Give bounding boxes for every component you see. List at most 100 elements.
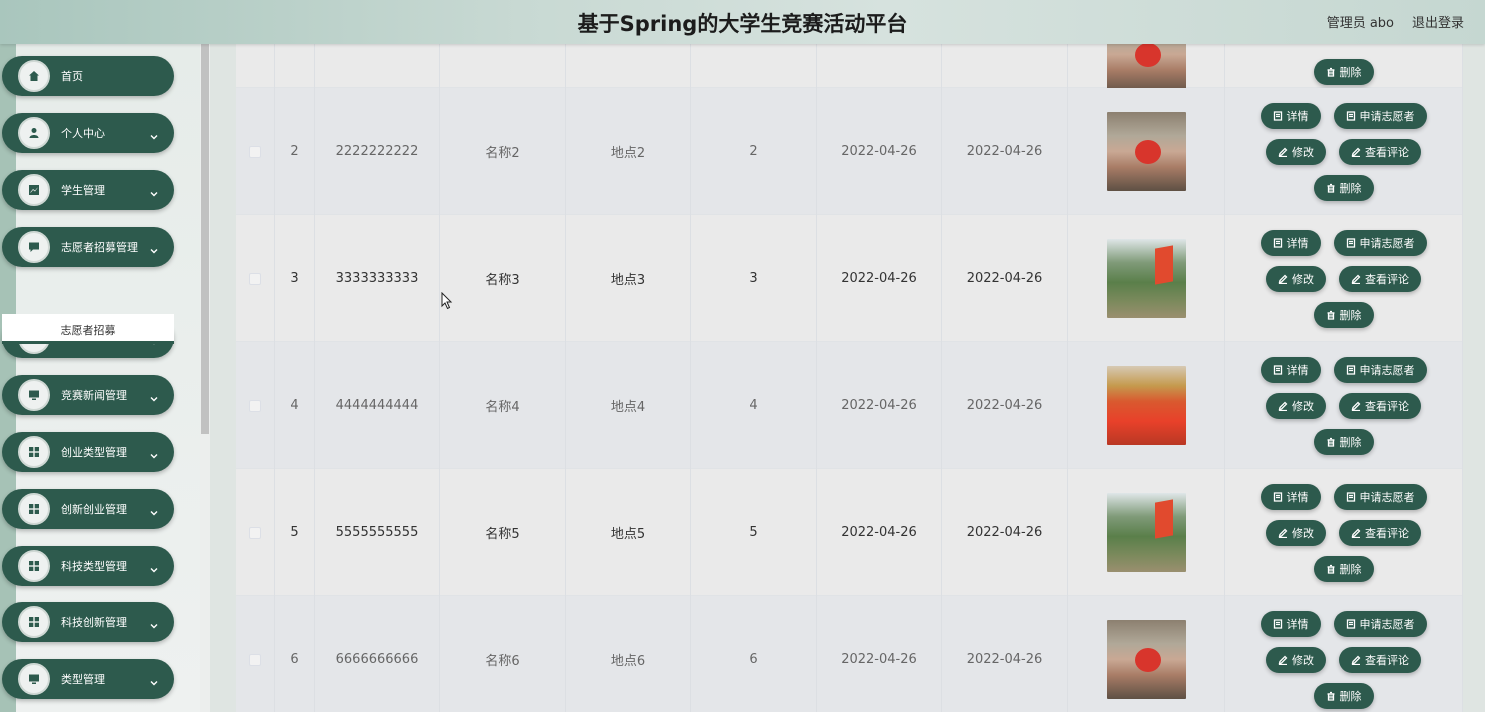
- grid-icon: [18, 606, 50, 638]
- detail-button[interactable]: 详情: [1260, 229, 1321, 256]
- comments-icon: [1351, 655, 1361, 665]
- activity-photo[interactable]: [1106, 112, 1186, 191]
- sidebar-item-label: 学生管理: [61, 184, 105, 197]
- cell-place: [566, 44, 691, 88]
- select-cell: [236, 88, 275, 215]
- comments-icon: [1351, 401, 1361, 411]
- activity-photo[interactable]: [1106, 620, 1186, 699]
- edit-button[interactable]: 修改: [1266, 519, 1326, 546]
- cell-number: [315, 44, 440, 88]
- sidebar-item-label: 类型管理: [61, 673, 105, 686]
- sidebar-item-2[interactable]: 学生管理: [2, 170, 174, 210]
- activity-photo[interactable]: [1106, 44, 1186, 94]
- comments-button[interactable]: 查看评论: [1339, 646, 1421, 673]
- sidebar-item-1[interactable]: 个人中心: [2, 113, 174, 153]
- row-checkbox[interactable]: [249, 399, 261, 412]
- detail-button[interactable]: 详情: [1260, 356, 1321, 383]
- comments-button-label: 查看评论: [1365, 145, 1409, 159]
- delete-button[interactable]: 删除: [1313, 59, 1374, 85]
- cell-end: [942, 44, 1068, 88]
- activity-photo[interactable]: [1106, 366, 1186, 445]
- cell-index: 6: [275, 596, 315, 712]
- comments-button[interactable]: 查看评论: [1339, 392, 1421, 419]
- comments-button[interactable]: 查看评论: [1339, 138, 1421, 165]
- row-checkbox[interactable]: [249, 526, 261, 539]
- apply-icon: [1346, 110, 1355, 121]
- sidebar-item-label: 个人中心: [61, 127, 105, 140]
- sidebar-item-label: 创业类型管理: [61, 446, 127, 459]
- cell-name: 名称5: [440, 469, 566, 596]
- edit-button[interactable]: 修改: [1266, 646, 1326, 673]
- comments-button-label: 查看评论: [1365, 653, 1409, 667]
- user-icon: [18, 117, 50, 149]
- delete-button[interactable]: 删除: [1313, 428, 1374, 455]
- cell-count: 5: [691, 469, 817, 596]
- delete-icon: [1327, 310, 1334, 320]
- grid-icon: [18, 493, 50, 525]
- delete-button-label: 删除: [1339, 308, 1362, 322]
- detail-icon: [1273, 618, 1282, 629]
- sidebar-item-5[interactable]: 竞赛新闻管理: [2, 375, 174, 415]
- photo-cell: [1068, 469, 1225, 596]
- delete-button[interactable]: 删除: [1313, 301, 1374, 328]
- apply-button[interactable]: 申请志愿者: [1333, 483, 1427, 510]
- home-icon: [18, 60, 50, 92]
- cell-end: 2022-04-26: [942, 596, 1068, 712]
- comments-icon: [1351, 147, 1361, 157]
- delete-button[interactable]: 删除: [1313, 174, 1374, 201]
- cell-end: 2022-04-26: [942, 342, 1068, 469]
- detail-button[interactable]: 详情: [1260, 102, 1321, 129]
- cell-number: 6666666666: [315, 596, 440, 712]
- top-header: 基于Spring的大学生竞赛活动平台 管理员 abo 退出登录: [0, 0, 1485, 44]
- apply-button[interactable]: 申请志愿者: [1333, 610, 1427, 637]
- table-row: 3 3333333333 名称3 地点3 3 2022-04-26 2022-04-26 详情…: [236, 215, 1463, 342]
- edit-button-label: 修改: [1292, 399, 1314, 413]
- edit-icon: [1278, 528, 1288, 538]
- cell-index: [275, 44, 315, 88]
- comments-button-label: 查看评论: [1365, 272, 1409, 286]
- sidebar-item-10[interactable]: 类型管理: [2, 659, 174, 699]
- activity-photo[interactable]: [1106, 239, 1186, 318]
- cell-index: 4: [275, 342, 315, 469]
- cell-count: 6: [691, 596, 817, 712]
- sidebar-item-8[interactable]: 科技类型管理: [2, 546, 174, 586]
- sidebar-item-0[interactable]: 首页: [2, 56, 174, 96]
- apply-button[interactable]: 申请志愿者: [1333, 102, 1427, 129]
- cell-index: 5: [275, 469, 315, 596]
- detail-button-label: 详情: [1286, 236, 1309, 250]
- sidebar-item-label: 创新创业管理: [61, 503, 127, 516]
- logout-link[interactable]: 退出登录: [1412, 12, 1464, 31]
- detail-button[interactable]: 详情: [1260, 483, 1321, 510]
- activity-photo[interactable]: [1106, 493, 1186, 572]
- apply-icon: [1346, 618, 1355, 629]
- edit-button[interactable]: 修改: [1266, 265, 1326, 292]
- row-checkbox[interactable]: [249, 145, 261, 158]
- row-checkbox[interactable]: [249, 272, 261, 285]
- cell-name: [440, 44, 566, 88]
- comments-button[interactable]: 查看评论: [1339, 519, 1421, 546]
- comments-icon: [1351, 528, 1361, 538]
- edit-button-label: 修改: [1292, 272, 1314, 286]
- chevron-down-icon: [149, 560, 159, 573]
- detail-button[interactable]: 详情: [1260, 610, 1321, 637]
- sidebar-item-9[interactable]: 科技创新管理: [2, 602, 174, 642]
- edit-icon: [1278, 147, 1288, 157]
- select-cell: [236, 215, 275, 342]
- sidebar-item-3[interactable]: 志愿者招募管理: [2, 227, 174, 267]
- apply-button[interactable]: 申请志愿者: [1333, 356, 1427, 383]
- cell-start: 2022-04-26: [817, 342, 942, 469]
- edit-button[interactable]: 修改: [1266, 138, 1326, 165]
- sidebar-item-6[interactable]: 创业类型管理: [2, 432, 174, 472]
- comments-button[interactable]: 查看评论: [1339, 265, 1421, 292]
- sidebar-scrollbar-thumb[interactable]: [201, 44, 209, 434]
- edit-button[interactable]: 修改: [1266, 392, 1326, 419]
- delete-button[interactable]: 删除: [1313, 555, 1374, 582]
- sidebar-item-label: 科技类型管理: [61, 560, 127, 573]
- actions-cell: 详情 申请志愿者修改 查看评论删除: [1225, 342, 1463, 469]
- apply-button[interactable]: 申请志愿者: [1333, 229, 1427, 256]
- sidebar-item-7[interactable]: 创新创业管理: [2, 489, 174, 529]
- row-checkbox[interactable]: [249, 653, 261, 666]
- delete-button[interactable]: 删除: [1313, 682, 1374, 709]
- submenu-item-volunteer-recruit[interactable]: 志愿者招募: [2, 314, 174, 344]
- table-row: 5 5555555555 名称5 地点5 5 2022-04-26 2022-04-26 详情…: [236, 469, 1463, 596]
